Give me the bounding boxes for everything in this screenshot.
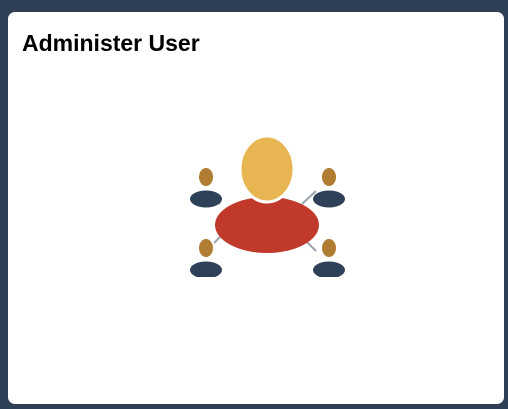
administer-user-tile[interactable]: Administer User	[6, 10, 506, 406]
user-network-icon	[190, 134, 345, 277]
small-user-bottom-right-icon	[313, 237, 345, 277]
main-user-icon	[215, 134, 319, 253]
small-user-bottom-left-icon	[190, 237, 222, 277]
small-user-top-left-icon	[190, 166, 222, 208]
tile-title: Administer User	[22, 30, 200, 56]
small-user-top-right-icon	[313, 166, 345, 208]
